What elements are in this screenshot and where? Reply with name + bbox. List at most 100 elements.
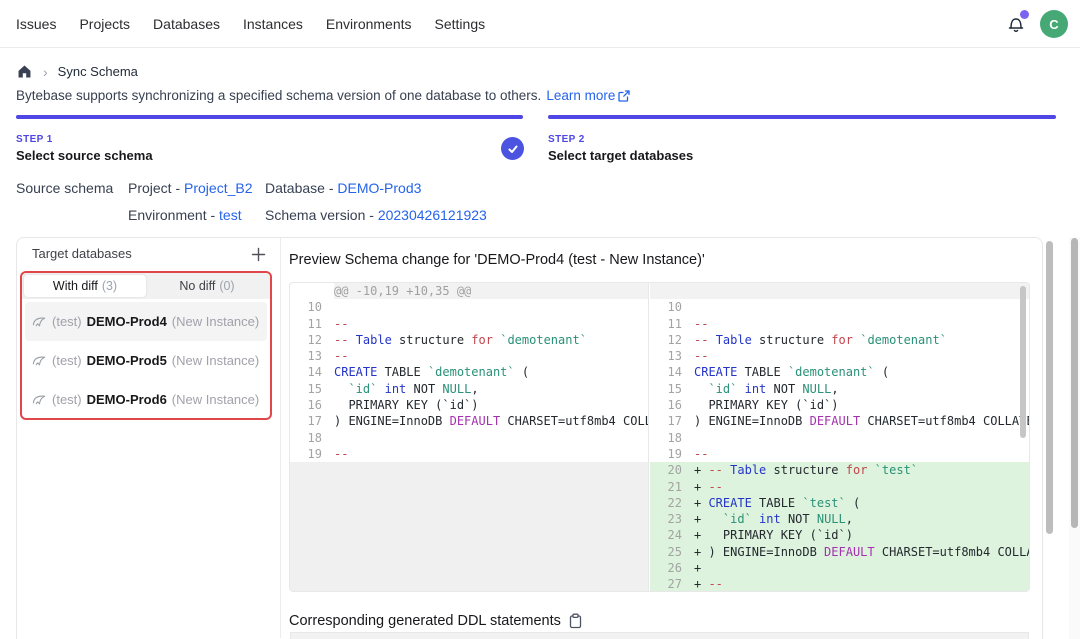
tab-no-diff-label: No diff	[179, 279, 215, 293]
notification-bell-icon[interactable]	[1005, 13, 1027, 35]
diff-row: 18	[650, 430, 1029, 446]
diff-row: 12-- Table structure for `demotenant`	[290, 332, 648, 348]
line-number: 10	[650, 299, 694, 315]
user-avatar[interactable]: C	[1040, 10, 1068, 38]
top-navigation-bar: Issues Projects Databases Instances Envi…	[0, 0, 1080, 48]
list-item-demo-prod6[interactable]: (test) DEMO-Prod6 (New Instance)	[25, 380, 267, 419]
db-env-label: (test)	[52, 353, 82, 368]
code-line: --	[694, 348, 1029, 364]
diff-row: 13--	[650, 348, 1029, 364]
line-number: 19	[290, 446, 334, 462]
schema-version-link[interactable]: 20230426121923	[378, 207, 487, 223]
database-link[interactable]: DEMO-Prod3	[337, 180, 421, 196]
external-link-icon	[618, 90, 630, 102]
diff-row: 27+ --	[650, 576, 1029, 591]
window-scrollbar[interactable]	[1071, 238, 1078, 528]
step1-title: Select source schema	[16, 148, 153, 163]
diff-row: 19--	[650, 446, 1029, 462]
code-line: +	[694, 560, 1029, 576]
preview-title: Preview Schema change for 'DEMO-Prod4 (t…	[289, 252, 705, 268]
line-number: 25	[650, 544, 694, 560]
topbar-right: C	[1005, 0, 1068, 48]
tab-no-diff[interactable]: No diff (0)	[146, 275, 268, 297]
line-number: 24	[650, 527, 694, 543]
copy-ddl-button[interactable]	[568, 613, 583, 629]
tab-with-diff-count: (3)	[102, 279, 117, 293]
environment-label: Environment -	[128, 207, 219, 223]
nav-item-projects[interactable]: Projects	[79, 16, 130, 32]
code-line: + -- Table structure for `test`	[694, 462, 1029, 478]
mysql-dolphin-icon	[32, 392, 47, 407]
diff-row: 11--	[650, 316, 1029, 332]
source-schema-label: Source schema	[16, 180, 113, 196]
card-scrollbar[interactable]	[1046, 241, 1053, 534]
diff-row: 10	[650, 299, 1029, 315]
chevron-right-icon: ›	[43, 65, 48, 79]
diff-row: 14CREATE TABLE `demotenant` (	[290, 364, 648, 380]
editor-scrollbar[interactable]	[1020, 286, 1026, 438]
code-line: --	[694, 316, 1029, 332]
code-line: --	[694, 446, 1029, 462]
diff-row: @@ -10,19 +10,35 @@	[290, 283, 648, 299]
code-line: --	[334, 316, 648, 332]
line-number: 17	[650, 413, 694, 429]
project-link[interactable]: Project_B2	[184, 180, 252, 196]
learn-more-link[interactable]: Learn more	[546, 88, 630, 103]
step1-complete-check-icon	[501, 137, 524, 160]
ddl-editor-top-edge	[290, 632, 1029, 639]
line-number: 15	[650, 381, 694, 397]
code-line: + `id` int NOT NULL,	[694, 511, 1029, 527]
code-line: `id` int NOT NULL,	[334, 381, 648, 397]
db-env-label: (test)	[52, 314, 82, 329]
add-target-database-button[interactable]	[247, 243, 269, 265]
sync-schema-page: Issues Projects Databases Instances Envi…	[0, 0, 1080, 639]
line-number	[650, 283, 694, 299]
line-number: 16	[650, 397, 694, 413]
diff-row: 26+	[650, 560, 1029, 576]
nav-item-issues[interactable]: Issues	[16, 16, 56, 32]
mysql-dolphin-icon	[32, 314, 47, 329]
db-suffix-label: (New Instance)	[172, 392, 259, 407]
environment-link[interactable]: test	[219, 207, 242, 223]
source-environment-field: Environment - test	[128, 207, 242, 223]
line-number: 14	[650, 364, 694, 380]
db-suffix-label: (New Instance)	[172, 353, 259, 368]
database-label: Database -	[265, 180, 337, 196]
step2-title: Select target databases	[548, 148, 693, 163]
line-number	[290, 283, 334, 299]
diff-row: 18	[290, 430, 648, 446]
code-line: --	[334, 348, 648, 364]
line-number: 10	[290, 299, 334, 315]
nav-item-environments[interactable]: Environments	[326, 16, 412, 32]
diff-row: 24+ PRIMARY KEY (`id`)	[650, 527, 1029, 543]
code-line	[334, 430, 648, 446]
list-item-demo-prod5[interactable]: (test) DEMO-Prod5 (New Instance)	[25, 341, 267, 380]
line-number: 23	[650, 511, 694, 527]
line-number: 22	[650, 495, 694, 511]
tab-with-diff[interactable]: With diff (3)	[24, 275, 146, 297]
code-line: PRIMARY KEY (`id`)	[694, 397, 1029, 413]
clipboard-icon	[568, 613, 583, 629]
home-icon[interactable]	[16, 63, 33, 80]
code-line	[694, 283, 1029, 299]
ddl-statements-label: Corresponding generated DDL statements	[289, 613, 561, 629]
step2-progress-bar	[548, 115, 1056, 119]
code-line: CREATE TABLE `demotenant` (	[334, 364, 648, 380]
tab-no-diff-count: (0)	[219, 279, 234, 293]
nav-item-settings[interactable]: Settings	[435, 16, 486, 32]
code-line	[694, 430, 1029, 446]
nav-item-databases[interactable]: Databases	[153, 16, 220, 32]
source-project-field: Project - Project_B2	[128, 180, 253, 196]
line-number: 18	[650, 430, 694, 446]
nav-item-instances[interactable]: Instances	[243, 16, 303, 32]
line-number: 14	[290, 364, 334, 380]
diff-row: 23+ `id` int NOT NULL,	[650, 511, 1029, 527]
diff-row: 22+ CREATE TABLE `test` (	[650, 495, 1029, 511]
line-number: 16	[290, 397, 334, 413]
diff-row: 15 `id` int NOT NULL,	[650, 381, 1029, 397]
line-number: 11	[290, 316, 334, 332]
intro-text: Bytebase supports synchronizing a specif…	[16, 88, 630, 103]
code-line: + --	[694, 479, 1029, 495]
list-item-demo-prod4[interactable]: (test) DEMO-Prod4 (New Instance)	[25, 302, 267, 341]
column-divider	[280, 238, 281, 638]
